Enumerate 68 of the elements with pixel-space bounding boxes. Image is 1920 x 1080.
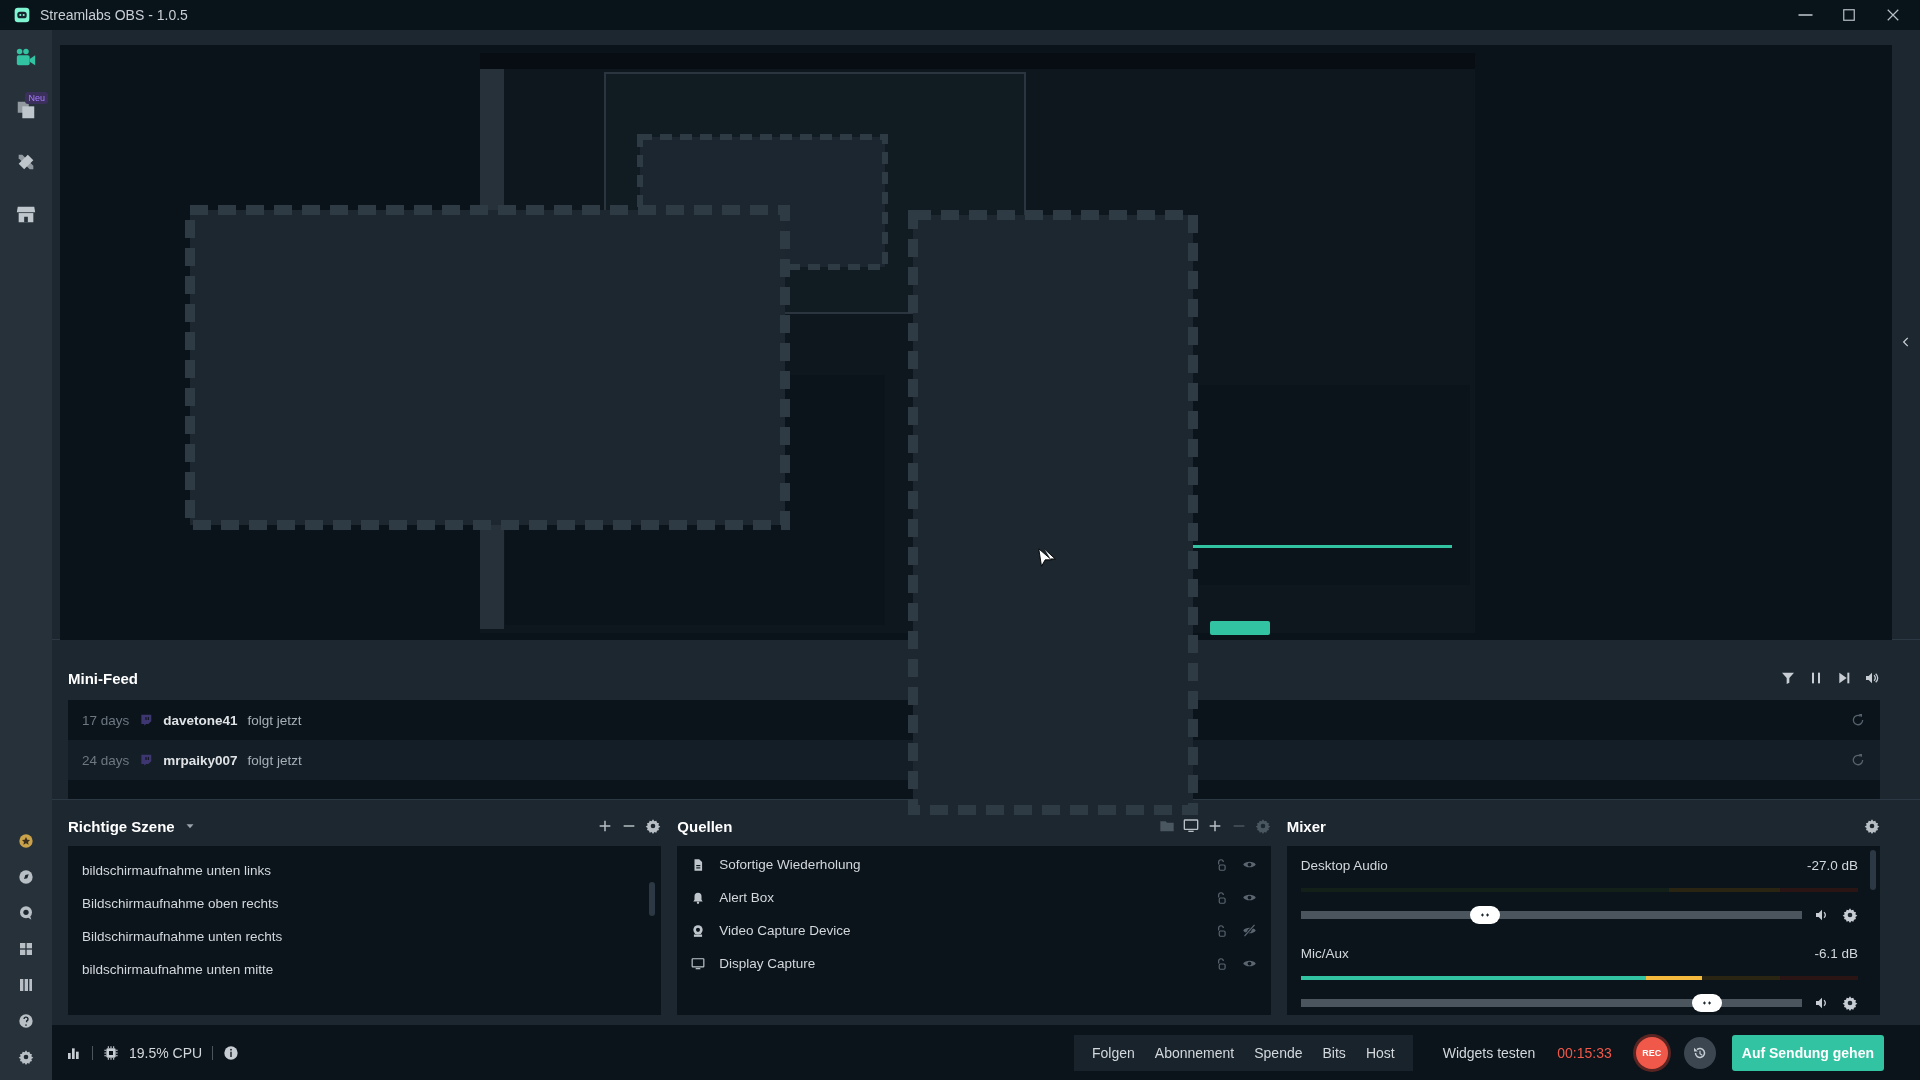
event-action: folgt jetzt: [247, 712, 303, 728]
scrollbar-thumb[interactable]: [649, 882, 656, 916]
scene-icon[interactable]: [1182, 818, 1199, 834]
event-time: 24 days: [82, 752, 130, 768]
filter-icon[interactable]: [1780, 670, 1796, 686]
channel-name: Mic/Aux: [1300, 945, 1349, 961]
webcam-icon: [691, 923, 706, 938]
chat-icon: [18, 905, 34, 921]
help-icon: [18, 1013, 34, 1029]
compass-icon: [18, 869, 34, 885]
settings-icon[interactable]: [645, 818, 662, 834]
db-reading: -6.1 dB: [1814, 945, 1858, 961]
slider-thumb[interactable]: [1470, 906, 1501, 924]
info-icon[interactable]: [223, 1044, 240, 1061]
bell-icon: [691, 890, 706, 905]
scene-item[interactable]: bildschirmaufnahme unten links: [68, 854, 662, 887]
chat-bubble-icon: [139, 713, 154, 727]
test-alert-button[interactable]: Abonnement: [1144, 1034, 1245, 1071]
window-title: Streamlabs OBS - 1.0.5: [40, 7, 189, 23]
scene-item[interactable]: bildschirmaufnahme unten mitte: [68, 953, 662, 986]
chat-bubble-icon: [139, 753, 154, 767]
volume-icon[interactable]: [1864, 670, 1880, 686]
grid-icon: [18, 941, 34, 957]
test-alert-button[interactable]: Folgen: [1082, 1034, 1145, 1071]
test-alert-button[interactable]: Host: [1355, 1034, 1405, 1071]
cpu-usage: 19.5% CPU: [129, 1044, 203, 1061]
eye-slash-icon[interactable]: [1241, 923, 1257, 938]
cursor-icon: [1036, 546, 1058, 570]
db-reading: -27.0 dB: [1806, 857, 1858, 873]
event-time: 17 days: [82, 712, 130, 728]
channel-name: Desktop Audio: [1300, 857, 1388, 873]
settings-icon: [18, 1049, 34, 1065]
source-item[interactable]: Display Capture: [719, 956, 1200, 971]
source-item[interactable]: Video Capture Device: [719, 923, 1200, 938]
nav-item[interactable]: Neu: [4, 92, 48, 128]
event-user: mrpaiky007: [163, 752, 238, 768]
panel-title: Mixer: [1286, 817, 1326, 835]
settings-icon[interactable]: [1842, 995, 1858, 1011]
event-action: folgt jetzt: [247, 752, 303, 768]
replay-button[interactable]: [1683, 1036, 1716, 1069]
refresh-icon[interactable]: [1850, 712, 1866, 728]
skip-icon[interactable]: [1836, 670, 1852, 686]
scrollbar-thumb[interactable]: [1870, 850, 1876, 890]
app-logo-icon: [14, 7, 30, 23]
cpu-icon: [103, 1044, 119, 1061]
scene-selector[interactable]: Richtige Szene: [68, 817, 175, 835]
slider-thumb[interactable]: [1691, 994, 1722, 1012]
minimize-icon: [1797, 14, 1813, 16]
source-item[interactable]: Alert Box: [719, 890, 1200, 905]
test-widgets-button[interactable]: Widgets testen: [1434, 1044, 1544, 1061]
settings-icon[interactable]: [1864, 818, 1880, 834]
test-alert-button[interactable]: Bits: [1312, 1034, 1356, 1071]
settings-icon[interactable]: [1842, 907, 1858, 923]
badge-icon: [18, 833, 34, 849]
new-badge: Neu: [25, 92, 48, 104]
panel-title: Quellen: [677, 817, 733, 835]
recording-timer: 00:15:33: [1557, 1044, 1612, 1061]
maximize-icon: [1840, 6, 1858, 24]
scene-item[interactable]: Bildschirmaufnahme unten rechts: [68, 920, 662, 953]
refresh-icon[interactable]: [1850, 752, 1866, 768]
monitor-icon: [691, 956, 706, 971]
columns-icon: [18, 977, 34, 993]
panel-title: Mini-Feed: [68, 669, 138, 687]
event-user: davetone41: [163, 712, 238, 728]
test-alert-button[interactable]: Spende: [1244, 1034, 1313, 1071]
scene-item[interactable]: Bildschirmaufnahme oben rechts: [68, 887, 662, 920]
source-item[interactable]: Sofortige Wiederholung: [719, 857, 1200, 872]
layers-icon: [15, 99, 37, 121]
